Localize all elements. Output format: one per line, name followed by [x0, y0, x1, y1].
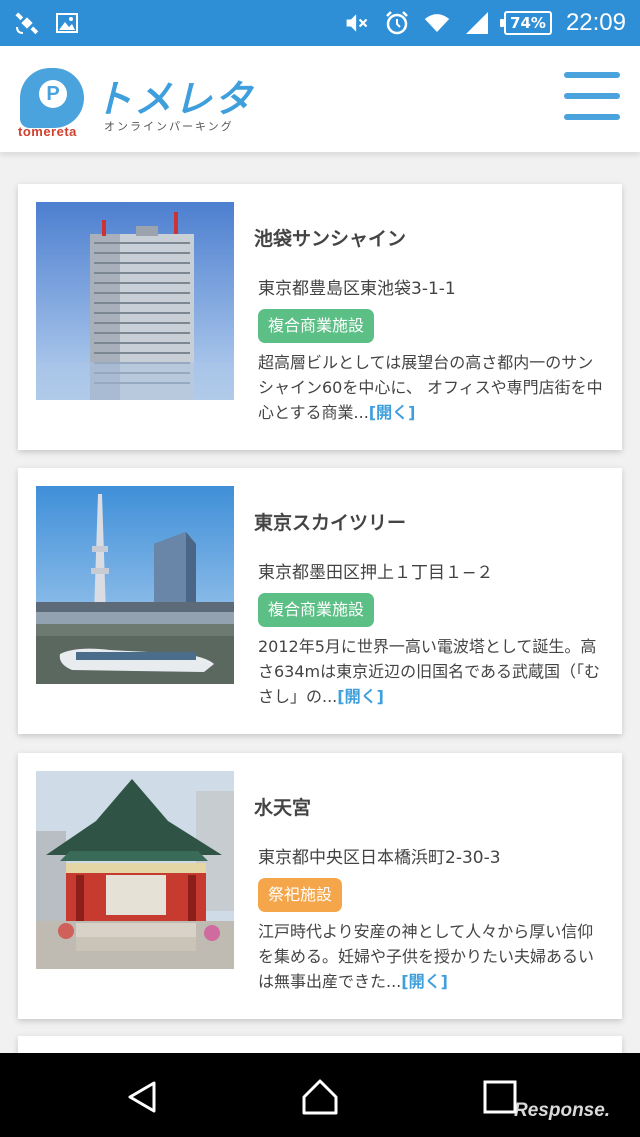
status-clock: 22:09: [565, 9, 626, 36]
facility-photo-sunshine: [36, 202, 234, 400]
facility-address: 東京都中央区日本橋浜町2-30-3: [258, 848, 501, 868]
back-icon[interactable]: [124, 1077, 164, 1117]
logo-bubble-icon: P: [20, 68, 84, 128]
response-watermark: Response.: [514, 1100, 611, 1121]
facility-description-text: 超高層ビルとしては展望台の高さ都内一のサンシャイン60を中心に、 オフィスや専門…: [258, 353, 603, 422]
battery-indicator: 74%: [500, 11, 552, 35]
home-icon[interactable]: [300, 1077, 340, 1117]
facility-category-badge: 複合商業施設: [258, 309, 375, 343]
facility-card[interactable]: 東京スカイツリー 東京都墨田区押上１丁目１−２ 複合商業施設 2012年5月に世…: [18, 468, 622, 734]
open-link[interactable]: [開く]: [337, 687, 384, 706]
facility-description: 2012年5月に世界一高い電波塔として誕生。高さ634mは東京近辺の旧国名である…: [258, 634, 608, 709]
facility-card[interactable]: 水天宮 東京都中央区日本橋浜町2-30-3 祭祀施設 江戸時代より安産の神として…: [18, 753, 622, 1019]
logo-text-jp: トメレタ: [94, 77, 255, 121]
facility-category-badge: 祭祀施設: [258, 878, 343, 912]
wifi-icon: [424, 10, 450, 36]
image-icon: [54, 10, 80, 36]
signal-icon: [464, 10, 490, 36]
logo-subtitle: オンラインパーキング: [104, 120, 234, 133]
open-link[interactable]: [開く]: [401, 972, 448, 991]
facility-address: 東京都墨田区押上１丁目１−２: [258, 563, 494, 583]
app-header: P tomereta トメレタ オンラインパーキング: [0, 46, 640, 152]
alarm-icon: [384, 10, 410, 36]
logo-text-en: tomereta: [18, 124, 77, 139]
android-nav-bar: [0, 1053, 640, 1137]
facility-description: 江戸時代より安産の神として人々から厚い信仰を集める。妊婦や子供を授かりたい夫婦あ…: [258, 919, 608, 994]
mute-icon: [344, 10, 370, 36]
facility-title[interactable]: 池袋サンシャイン: [254, 224, 406, 251]
facility-address: 東京都豊島区東池袋3-1-1: [258, 279, 456, 299]
facility-description-text: 2012年5月に世界一高い電波塔として誕生。高さ634mは東京近辺の旧国名である…: [258, 637, 600, 706]
facility-card[interactable]: 池袋サンシャイン 東京都豊島区東池袋3-1-1 複合商業施設 超高層ビルとしては…: [18, 184, 622, 450]
facility-title[interactable]: 水天宮: [254, 793, 311, 820]
open-link[interactable]: [開く]: [369, 403, 416, 422]
satellite-icon: [14, 10, 40, 36]
status-bar: 74% 22:09: [0, 0, 640, 46]
facility-description: 超高層ビルとしては展望台の高さ都内一のサンシャイン60を中心に、 オフィスや専門…: [258, 350, 608, 425]
facility-photo-skytree: [36, 486, 234, 684]
parking-p-icon: P: [39, 80, 67, 108]
facility-photo-suitengu: [36, 771, 234, 969]
facility-title[interactable]: 東京スカイツリー: [254, 508, 406, 535]
tomereta-logo[interactable]: P tomereta トメレタ オンラインパーキング: [18, 66, 258, 146]
facility-category-badge: 複合商業施設: [258, 593, 375, 627]
hamburger-menu-icon[interactable]: [564, 70, 620, 122]
